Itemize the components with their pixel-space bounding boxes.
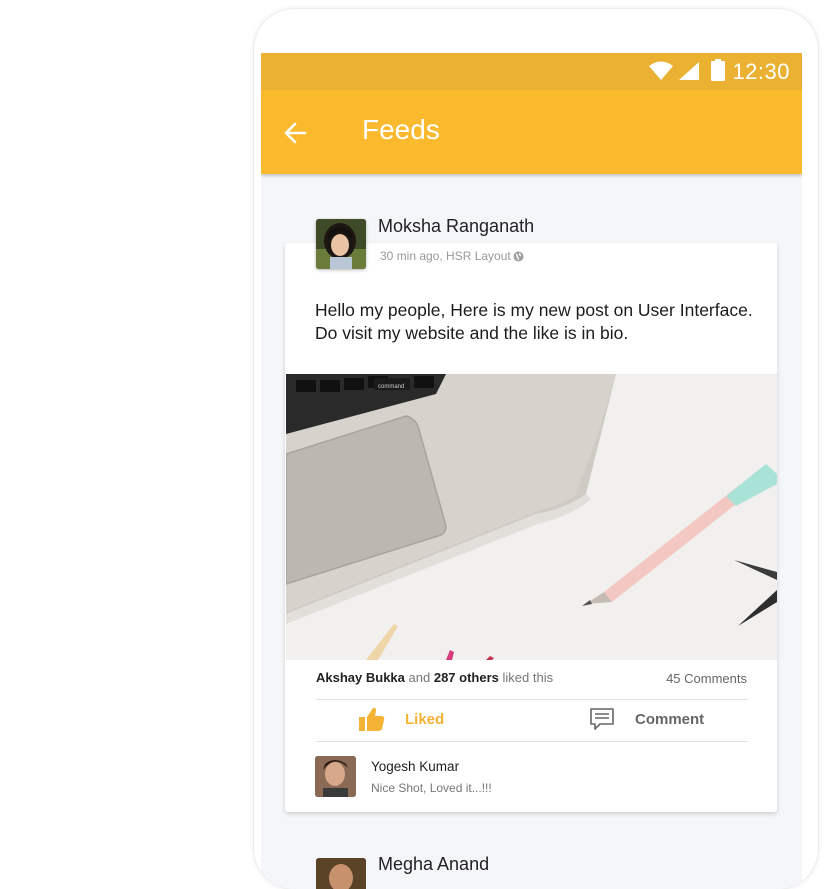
app-bar: Feeds — [261, 90, 802, 174]
divider — [316, 741, 748, 742]
battery-icon — [711, 59, 725, 81]
screen: 12:30 Feeds Moksha Ranganath 30 min ago,… — [261, 53, 802, 889]
avatar-photo — [316, 219, 366, 269]
comment-text: Nice Shot, Loved it...!!! — [371, 781, 492, 795]
wifi-icon — [649, 61, 673, 80]
next-author-avatar[interactable] — [316, 858, 366, 889]
arrow-left-icon — [284, 122, 307, 144]
likes-suffix: liked this — [502, 670, 554, 685]
likes-and: and — [408, 670, 431, 685]
globe-icon — [513, 251, 524, 262]
post-text: Hello my people, Here is my new post on … — [315, 299, 765, 345]
comment-icon — [590, 708, 614, 730]
like-button[interactable]: Liked — [359, 705, 444, 733]
page-title: Feeds — [362, 114, 440, 145]
back-button[interactable] — [281, 118, 311, 148]
comment-button[interactable]: Comment — [589, 705, 704, 733]
post-text-line: Hello my people, Here is my new post on … — [315, 300, 753, 320]
commenter-avatar[interactable] — [315, 756, 356, 797]
thumbs-up-icon — [359, 707, 385, 731]
comment-label: Comment — [635, 710, 705, 728]
commenter-photo — [315, 756, 356, 797]
likes-others[interactable]: 287 others — [434, 670, 499, 685]
post-meta: 30 min ago, HSR Layout — [380, 249, 511, 263]
next-avatar-photo — [316, 858, 366, 889]
status-time: 12:30 — [732, 59, 790, 84]
comments-count[interactable]: 45 Comments — [666, 671, 747, 686]
liker-name[interactable]: Akshay Bukka — [316, 670, 405, 685]
phone-frame: 12:30 Feeds Moksha Ranganath 30 min ago,… — [254, 9, 818, 889]
author-name[interactable]: Moksha Ranganath — [378, 216, 534, 237]
post-image[interactable]: command — [286, 374, 777, 660]
post-text-line: Do visit my website and the like is in b… — [315, 323, 629, 343]
keycap-label: command — [378, 384, 404, 390]
divider — [316, 699, 748, 700]
likes-summary: Akshay Bukka and 287 others liked this — [316, 670, 553, 685]
author-avatar[interactable] — [316, 219, 366, 269]
signal-icon — [679, 62, 699, 80]
commenter-name[interactable]: Yogesh Kumar — [371, 759, 459, 774]
like-label: Liked — [405, 710, 445, 728]
status-bar: 12:30 — [261, 53, 802, 90]
